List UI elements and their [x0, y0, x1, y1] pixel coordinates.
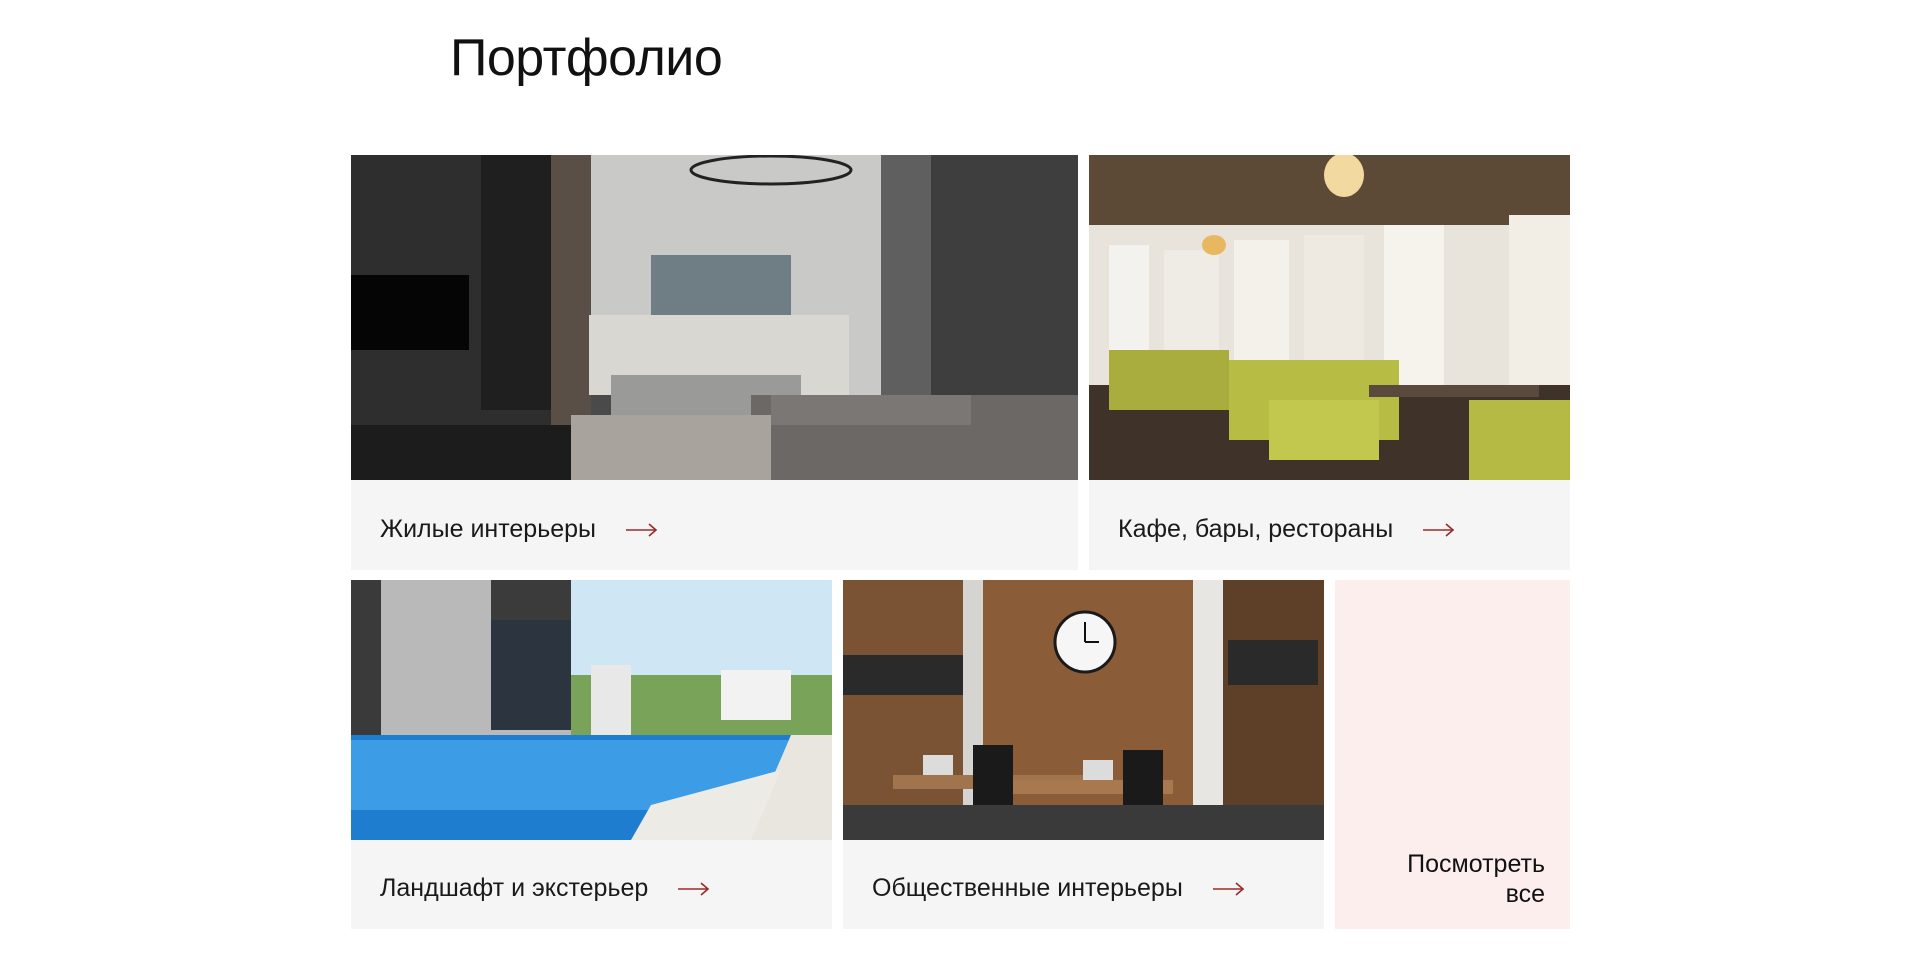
card-label: Ландшафт и экстерьер: [380, 874, 649, 902]
page-title: Портфолио: [450, 29, 723, 87]
card-label: Кафе, бары, рестораны: [1118, 515, 1394, 543]
arrow-right-icon: [678, 881, 710, 896]
card-caption: Общественные интерьеры: [872, 874, 1245, 903]
arrow-right-icon: [626, 522, 658, 537]
card-label: Жилые интерьеры: [380, 515, 597, 543]
portfolio-card-living[interactable]: Жилые интерьеры: [351, 155, 1078, 570]
arrow-right-icon: [1423, 522, 1455, 537]
office-interior-photo: [843, 580, 1324, 840]
portfolio-card-cafe[interactable]: Кафе, бары, рестораны: [1089, 155, 1570, 570]
arrow-right-icon: [1212, 881, 1245, 896]
portfolio-card-landscape[interactable]: Ландшафт и экстерьер: [351, 580, 832, 929]
card-caption: Жилые интерьеры: [380, 515, 658, 544]
pool-exterior-photo: [351, 580, 832, 840]
living-room-photo: [351, 155, 1078, 480]
card-caption: Ландшафт и экстерьер: [380, 874, 710, 903]
view-all-label: Посмотреть все: [1407, 850, 1545, 908]
portfolio-card-public[interactable]: Общественные интерьеры: [843, 580, 1324, 929]
view-all-card[interactable]: Посмотреть все: [1335, 580, 1570, 929]
card-label: Общественные интерьеры: [872, 874, 1183, 902]
restaurant-interior-photo: [1089, 155, 1570, 480]
card-caption: Кафе, бары, рестораны: [1118, 515, 1455, 544]
